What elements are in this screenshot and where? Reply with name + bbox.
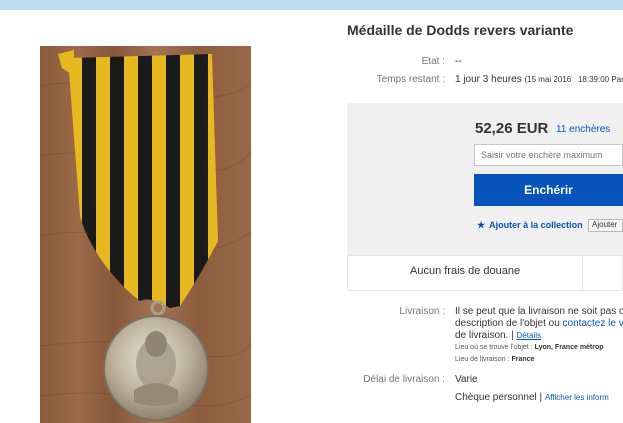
ship-to-label: Lieu de livraison : (455, 356, 510, 363)
delivery-value: Varie (455, 374, 478, 385)
customs-text: Aucun frais de douane (410, 265, 521, 277)
ribbon (68, 54, 218, 308)
item-location: Lieu où se trouve l'objet : Lyon, France… (455, 344, 604, 351)
delivery-label: Délai de livraison : (363, 374, 445, 385)
shipping-label: Livraison : (399, 306, 445, 317)
time-left-text: 1 jour 3 heures (455, 74, 522, 85)
payment-info-link[interactable]: Afficher les inform (545, 393, 609, 402)
item-photo[interactable] (40, 46, 251, 423)
time-left-end-date: (15 mai 2016 (524, 75, 572, 84)
condition-value: -- (455, 56, 462, 67)
condition-label: Etat : (421, 56, 445, 67)
shipping-line2-text: description de l'objet ou (455, 318, 563, 329)
item-location-value: Lyon, France métrop (534, 344, 604, 351)
star-icon: ★ (477, 220, 486, 230)
max-bid-input[interactable] (474, 144, 623, 166)
details-link[interactable]: Détails (517, 331, 541, 340)
place-bid-button[interactable]: Enchérir (474, 174, 623, 206)
ship-to-value: France (511, 356, 535, 363)
shipping-line2: description de l'objet ou contactez le v… (455, 318, 623, 329)
current-price: 52,26 EUR (475, 120, 549, 137)
payment-value: Chèque personnel (455, 392, 537, 403)
time-left-end-hour: 18:39:00 Par (577, 75, 623, 84)
shipping-line3-text: de livraison. (455, 330, 509, 341)
item-title: Médaille de Dodds revers variante (347, 22, 574, 38)
item-location-label: Lieu où se trouve l'objet : (455, 344, 533, 351)
top-banner (0, 0, 623, 10)
shipping-line1: Il se peut que la livraison ne soit pas … (455, 306, 623, 317)
customs-divider (582, 255, 583, 291)
ship-to: Lieu de livraison : France (455, 356, 534, 363)
image-gallery (0, 23, 330, 423)
shipping-line3: de livraison. | Détails (455, 330, 541, 341)
payment-row: Chèque personnel | Afficher les inform (455, 392, 609, 403)
contact-seller-link[interactable]: contactez le ve (563, 318, 623, 329)
watchlist-label: Ajouter à la collection (489, 220, 583, 230)
bid-count-link[interactable]: 11 enchères (556, 124, 610, 135)
watchlist-link[interactable]: ★ Ajouter à la collection (477, 220, 583, 231)
time-left-label: Temps restant : (376, 74, 445, 85)
time-left-value: 1 jour 3 heures (15 mai 2016 18:39:00 Pa… (455, 74, 623, 85)
add-to-collection-button[interactable]: Ajouter (588, 219, 623, 232)
medal-image (40, 50, 251, 421)
